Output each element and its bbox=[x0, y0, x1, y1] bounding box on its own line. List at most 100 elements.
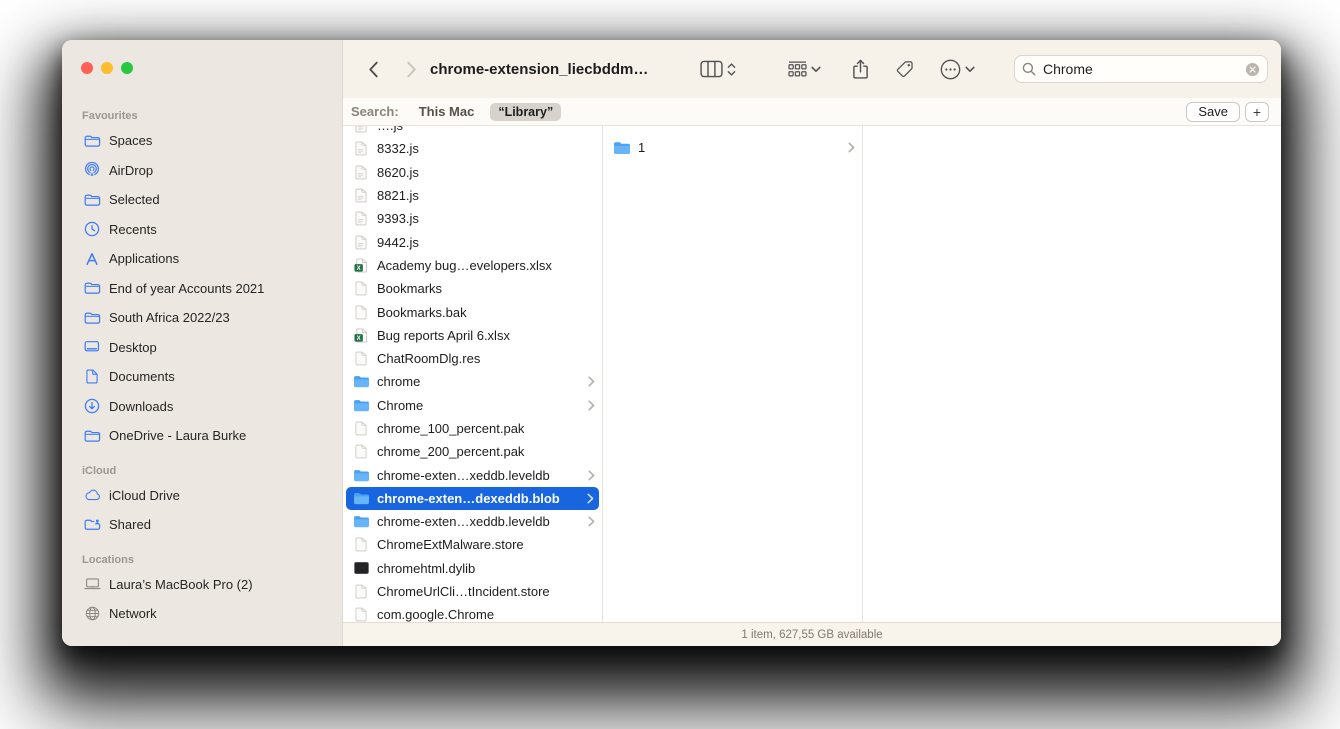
chevron-right-icon bbox=[588, 400, 595, 411]
chevron-right-icon bbox=[848, 142, 855, 153]
js-icon bbox=[352, 188, 370, 203]
file-row[interactable]: 9442.js bbox=[343, 230, 602, 253]
file-row[interactable]: Bookmarks bbox=[343, 277, 602, 300]
main-area: chrome-extension_liecbddm… bbox=[342, 40, 1281, 646]
close-button[interactable] bbox=[81, 62, 93, 74]
group-by-icon bbox=[788, 61, 807, 77]
folder-file-icon bbox=[352, 469, 370, 482]
recents-icon bbox=[82, 221, 102, 237]
back-button[interactable] bbox=[363, 60, 383, 79]
search-input[interactable] bbox=[1041, 60, 1245, 78]
sidebar-item-label: Laura’s MacBook Pro (2) bbox=[109, 577, 253, 592]
file-row[interactable]: ….js bbox=[343, 126, 602, 137]
scope-this-mac[interactable]: This Mac bbox=[419, 104, 475, 119]
file-row[interactable]: ChromeUrlCli…tIncident.store bbox=[343, 580, 602, 603]
column-view-icon bbox=[700, 60, 723, 78]
svg-text:X: X bbox=[357, 266, 361, 272]
sidebar-item-onedrive-laura-burke[interactable]: OneDrive - Laura Burke bbox=[72, 421, 332, 451]
sidebar-item-selected[interactable]: Selected bbox=[72, 185, 332, 215]
column-view-button[interactable] bbox=[700, 60, 723, 78]
file-row[interactable]: 1 bbox=[603, 134, 862, 161]
clear-search-icon[interactable] bbox=[1245, 62, 1260, 77]
file-name: Chrome bbox=[377, 398, 584, 413]
view-updown-button[interactable] bbox=[727, 62, 736, 77]
file-row[interactable]: 8332.js bbox=[343, 137, 602, 160]
file-name: 9442.js bbox=[377, 235, 595, 250]
file-row[interactable]: chrome-exten…xeddb.leveldb bbox=[343, 510, 602, 533]
sidebar-item-spaces[interactable]: Spaces bbox=[72, 126, 332, 156]
file-row[interactable]: 9393.js bbox=[343, 207, 602, 230]
file-name: chromehtml.dylib bbox=[377, 561, 595, 576]
share-button[interactable] bbox=[852, 59, 869, 80]
save-search-button[interactable]: Save bbox=[1186, 102, 1240, 122]
file-row[interactable]: chrome_100_percent.pak bbox=[343, 417, 602, 440]
sidebar: FavouritesSpacesAirDropSelectedRecentsAp… bbox=[62, 40, 342, 646]
forward-button[interactable] bbox=[401, 60, 421, 79]
sidebar-item-icloud-drive[interactable]: iCloud Drive bbox=[72, 481, 332, 511]
search-icon bbox=[1022, 62, 1036, 76]
chevron-down-icon bbox=[811, 66, 821, 73]
macbook-icon bbox=[82, 578, 102, 590]
chevron-right-icon bbox=[406, 60, 417, 79]
file-row[interactable]: chromehtml.dylib bbox=[343, 557, 602, 580]
zoom-button[interactable] bbox=[121, 62, 133, 74]
more-options-icon bbox=[940, 59, 961, 80]
xlsx-icon: X bbox=[352, 328, 370, 343]
sidebar-item-south-africa-2022-23[interactable]: South Africa 2022/23 bbox=[72, 303, 332, 333]
doc-icon bbox=[352, 305, 370, 320]
sidebar-item-end-of-year-accounts-2021[interactable]: End of year Accounts 2021 bbox=[72, 274, 332, 304]
file-row[interactable]: chrome-exten…dexeddb.blob bbox=[346, 487, 599, 510]
sidebar-section-title: iCloud bbox=[62, 465, 342, 477]
sidebar-item-documents[interactable]: Documents bbox=[72, 362, 332, 392]
tag-button[interactable] bbox=[896, 60, 914, 78]
file-name: 8821.js bbox=[377, 188, 595, 203]
search-scope-bar: Search: This Mac “Library” Save + bbox=[343, 98, 1281, 126]
file-row[interactable]: 8620.js bbox=[343, 161, 602, 184]
sidebar-item-label: Recents bbox=[109, 222, 157, 237]
add-filter-button[interactable]: + bbox=[1245, 102, 1269, 122]
file-row[interactable]: XAcademy bug…evelopers.xlsx bbox=[343, 254, 602, 277]
folder-file-icon bbox=[352, 492, 370, 505]
file-name: chrome-exten…xeddb.leveldb bbox=[377, 468, 584, 483]
doc-icon bbox=[352, 607, 370, 622]
file-row[interactable]: com.google.Chrome bbox=[343, 603, 602, 622]
file-row[interactable]: chrome bbox=[343, 370, 602, 393]
file-list: 1 bbox=[603, 134, 862, 161]
file-name: ChatRoomDlg.res bbox=[377, 351, 595, 366]
sidebar-item-label: Shared bbox=[109, 517, 151, 532]
file-row[interactable]: chrome_200_percent.pak bbox=[343, 440, 602, 463]
file-row[interactable]: Chrome bbox=[343, 394, 602, 417]
sidebar-item-label: End of year Accounts 2021 bbox=[109, 281, 264, 296]
sidebar-item-shared[interactable]: Shared bbox=[72, 510, 332, 540]
status-bar: 1 item, 627,55 GB available bbox=[343, 622, 1281, 646]
window-title: chrome-extension_liecbddm… bbox=[430, 61, 648, 78]
file-row[interactable]: 8821.js bbox=[343, 184, 602, 207]
file-name: chrome_200_percent.pak bbox=[377, 444, 595, 459]
scope-library-pill[interactable]: “Library” bbox=[490, 103, 561, 121]
tag-icon bbox=[896, 60, 914, 78]
minimize-button[interactable] bbox=[101, 62, 113, 74]
sidebar-item-applications[interactable]: Applications bbox=[72, 244, 332, 274]
chevron-right-icon bbox=[588, 470, 595, 481]
file-row[interactable]: chrome-exten…xeddb.leveldb bbox=[343, 463, 602, 486]
file-name: com.google.Chrome bbox=[377, 607, 595, 622]
group-by-button[interactable] bbox=[788, 61, 807, 77]
file-name: chrome-exten…dexeddb.blob bbox=[377, 491, 583, 506]
sidebar-item-downloads[interactable]: Downloads bbox=[72, 392, 332, 422]
js-icon bbox=[352, 211, 370, 226]
file-row[interactable]: X Bug reports April 6.xlsx bbox=[343, 324, 602, 347]
sidebar-item-recents[interactable]: Recents bbox=[72, 215, 332, 245]
file-name: Bug reports April 6.xlsx bbox=[377, 328, 595, 343]
xlsx-icon: X bbox=[352, 258, 370, 273]
sidebar-item-desktop[interactable]: Desktop bbox=[72, 333, 332, 363]
more-options-button[interactable] bbox=[940, 59, 961, 80]
file-row[interactable]: ChromeExtMalware.store bbox=[343, 533, 602, 556]
file-row[interactable]: Bookmarks.bak bbox=[343, 300, 602, 323]
file-row[interactable]: ChatRoomDlg.res bbox=[343, 347, 602, 370]
sidebar-item-label: iCloud Drive bbox=[109, 488, 180, 503]
doc-icon bbox=[352, 444, 370, 459]
sidebar-item-label: Selected bbox=[109, 192, 160, 207]
sidebar-item-network[interactable]: Network bbox=[72, 599, 332, 629]
sidebar-item-airdrop[interactable]: AirDrop bbox=[72, 156, 332, 186]
sidebar-item-laura-s-macbook-pro-2[interactable]: Laura’s MacBook Pro (2) bbox=[72, 570, 332, 600]
